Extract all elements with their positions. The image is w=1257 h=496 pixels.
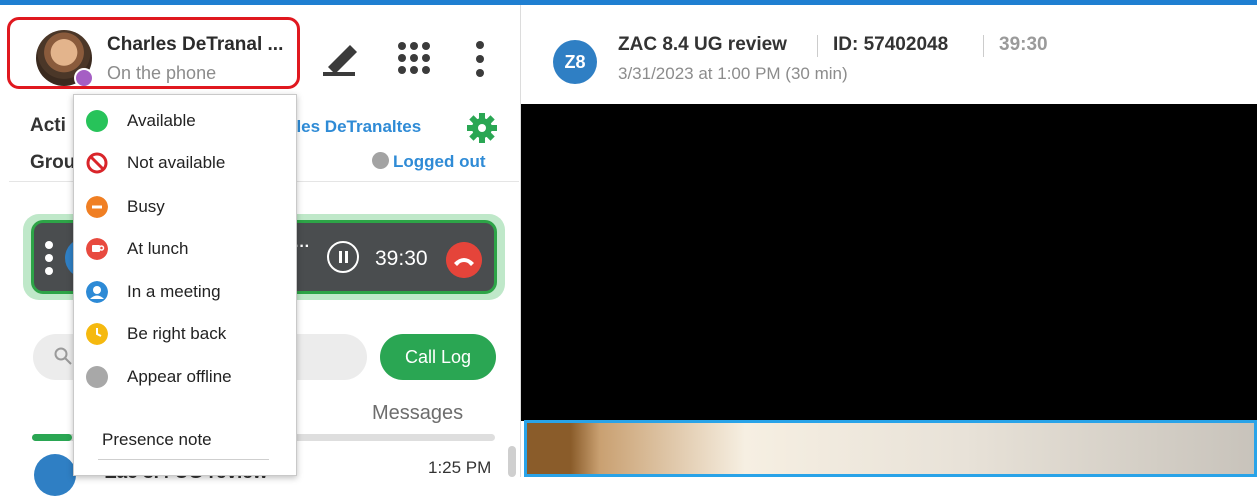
tab-active-indicator <box>32 434 72 441</box>
presence-note[interactable]: Presence note <box>102 430 212 450</box>
logged-status[interactable]: Logged out <box>393 152 486 172</box>
presence-item-available[interactable]: Available <box>73 108 295 138</box>
available-icon <box>86 110 108 132</box>
not-available-icon <box>86 152 108 174</box>
list-item-time: 1:25 PM <box>428 458 492 477</box>
main-video[interactable] <box>521 104 1257 421</box>
presence-label: Be right back <box>127 324 227 343</box>
presence-label: In a meeting <box>127 282 221 301</box>
presence-item-not-available[interactable]: Not available <box>73 150 295 180</box>
more-options-icon[interactable] <box>470 40 490 78</box>
presence-item-in-a-meeting[interactable]: In a meeting <box>73 279 295 309</box>
search-icon <box>54 347 72 365</box>
gear-icon[interactable] <box>467 113 497 143</box>
presence-label: Busy <box>127 197 165 216</box>
edit-icon[interactable] <box>320 38 364 78</box>
presence-note-underline <box>98 459 269 460</box>
offline-icon <box>86 366 108 388</box>
presence-label: Not available <box>127 153 226 172</box>
clock-icon <box>86 323 108 345</box>
hangup-icon[interactable] <box>446 242 482 278</box>
scrollbar[interactable] <box>508 446 516 477</box>
active-label: Acti <box>30 115 66 136</box>
presence-item-busy[interactable]: Busy <box>73 194 295 224</box>
apps-grid-icon[interactable] <box>396 40 432 76</box>
user-presence-selector[interactable] <box>7 17 300 89</box>
tab-messages[interactable]: Messages <box>372 402 463 425</box>
meeting-datetime: 3/31/2023 at 1:00 PM (30 min) <box>618 64 848 83</box>
header-separator <box>817 35 818 57</box>
meeting-title: ZAC 8.4 UG review <box>618 34 787 55</box>
logged-status-dot <box>372 152 389 169</box>
header-separator <box>983 35 984 57</box>
presence-label: At lunch <box>127 239 189 258</box>
meeting-id: ID: 57402048 <box>833 34 949 55</box>
call-timer: 39:30 <box>375 247 428 270</box>
meeting-icon <box>86 281 108 303</box>
call-log-button[interactable]: Call Log <box>380 334 496 380</box>
hold-button[interactable] <box>327 241 359 273</box>
lunch-icon <box>86 238 108 260</box>
meeting-duration: 39:30 <box>999 34 1048 55</box>
presence-item-be-right-back[interactable]: Be right back <box>73 321 295 351</box>
busy-icon <box>86 196 108 218</box>
call-menu-icon[interactable] <box>44 240 54 276</box>
presence-item-at-lunch[interactable]: At lunch <box>73 236 295 266</box>
list-item-avatar[interactable] <box>34 454 76 496</box>
self-video-thumbnail[interactable] <box>524 420 1257 477</box>
presence-label: Appear offline <box>127 367 232 386</box>
group-label: Grou <box>30 152 76 173</box>
presence-item-appear-offline[interactable]: Appear offline <box>73 364 295 394</box>
presence-label: Available <box>127 111 196 130</box>
meeting-avatar: Z8 <box>553 40 597 84</box>
